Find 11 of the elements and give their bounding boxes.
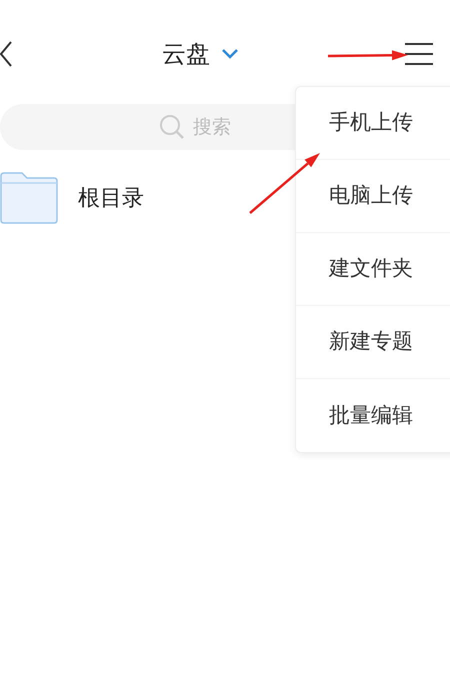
menu-item[interactable]: 批量编辑 xyxy=(296,379,450,452)
menu-item[interactable]: 建文件夹 xyxy=(296,233,450,306)
back-icon xyxy=(0,41,12,67)
annotation-arrow xyxy=(249,153,320,214)
folder-icon xyxy=(0,172,58,224)
menu-icon xyxy=(405,43,433,65)
search-icon xyxy=(159,114,185,140)
folder-name: 根目录 xyxy=(78,184,144,212)
page-title: 云盘 xyxy=(162,39,210,70)
menu-item[interactable]: 新建专题 xyxy=(296,306,450,379)
chevron-down-icon[interactable] xyxy=(222,49,238,59)
